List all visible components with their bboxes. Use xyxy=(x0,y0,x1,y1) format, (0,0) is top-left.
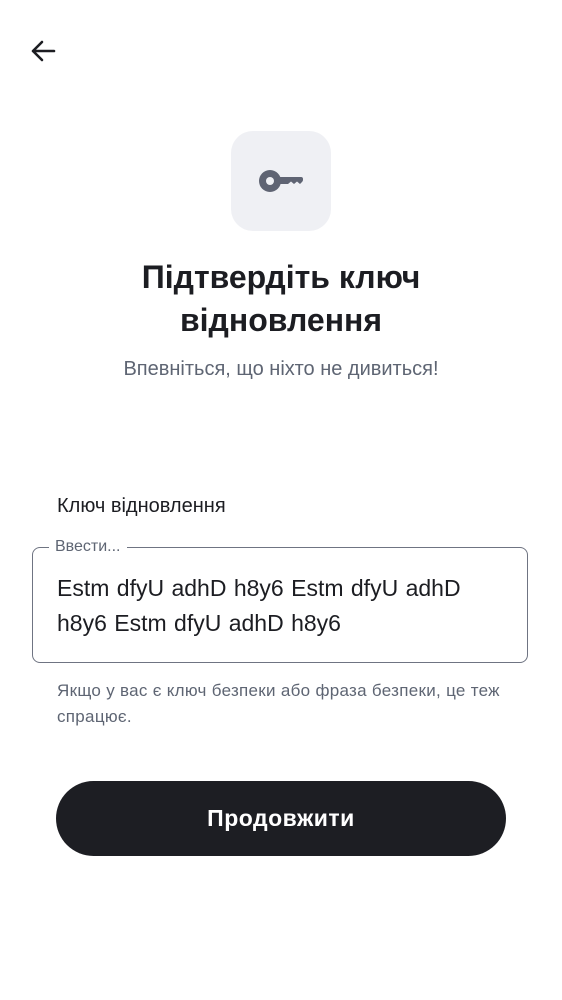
key-icon xyxy=(259,170,303,192)
recovery-key-label: Ключ відновлення xyxy=(57,495,226,517)
confirm-recovery-key-screen: Підтвердіть ключ відновлення Впевніться,… xyxy=(0,0,562,1000)
back-button[interactable] xyxy=(24,32,62,70)
page-subtitle: Впевніться, що ніхто не дивиться! xyxy=(123,358,439,380)
key-icon-tile xyxy=(231,131,331,231)
continue-button[interactable]: Продовжити xyxy=(56,781,506,856)
arrow-left-icon xyxy=(31,40,56,62)
recovery-key-placeholder: Ввести... xyxy=(49,537,127,557)
page-title: Підтвердіть ключ відновлення xyxy=(141,259,421,338)
recovery-key-helper-text: Якщо у вас є ключ безпеки або фраза безп… xyxy=(57,681,500,726)
recovery-key-value[interactable]: Estm dfyU adhD h8y6 Estm dfyU adhD h8y6 … xyxy=(57,571,507,641)
